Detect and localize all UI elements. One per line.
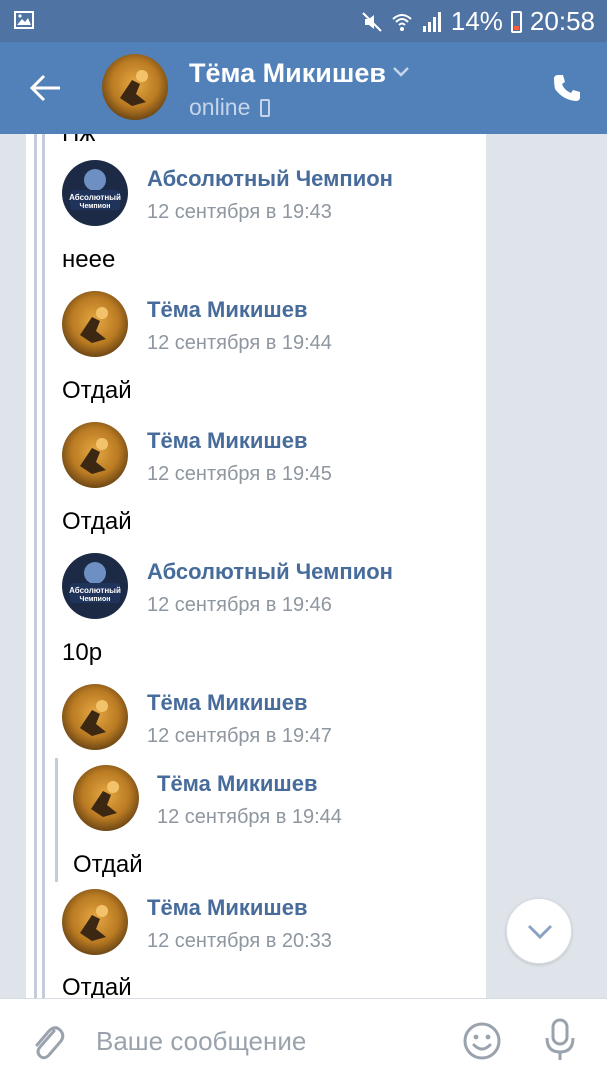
sender-name[interactable]: Тёма Микишев (147, 690, 308, 716)
mobile-icon (260, 98, 271, 117)
forwarded-messages-card: Нж Абсолютный Чемпион Абсолютный Чемпион… (26, 134, 486, 998)
contact-name[interactable]: Тёма Микишев (189, 58, 386, 89)
quoted-message-text: Отдай (73, 851, 143, 878)
message-text: Отдай (62, 508, 132, 535)
wifi-icon (392, 13, 412, 31)
sender-name[interactable]: Тёма Микишев (147, 428, 308, 454)
signal-icon (422, 11, 441, 32)
contact-avatar[interactable] (102, 54, 168, 120)
message-text: Нж (62, 134, 95, 148)
microphone-icon[interactable] (542, 1017, 578, 1063)
logo-text-bottom: Чемпион (80, 203, 111, 210)
scroll-down-button[interactable] (506, 898, 572, 964)
message-text: 10р (62, 639, 103, 666)
quote-line (34, 134, 37, 998)
quoted-sender-name[interactable]: Тёма Микишев (157, 771, 318, 797)
avatar-tema[interactable] (73, 765, 139, 831)
message-text: Отдай (62, 377, 132, 404)
message-text: неее (62, 246, 116, 273)
avatar-champion[interactable]: Абсолютный Чемпион (62, 160, 128, 226)
image-notification-icon (14, 11, 34, 29)
logo-text-top: Абсолютный (69, 193, 121, 202)
message-date: 12 сентября в 19:43 (147, 201, 332, 223)
message-text: Отдай (62, 974, 132, 998)
status-indicators: 14% 20:58 (361, 6, 595, 37)
message-date: 12 сентября в 19:45 (147, 463, 332, 485)
chevron-down-icon (527, 924, 553, 940)
chat-header: Тёма Микишев online (0, 42, 607, 134)
phone-icon[interactable] (551, 72, 583, 104)
paperclip-icon[interactable] (30, 1021, 66, 1061)
status-bar: 14% 20:58 (0, 0, 607, 42)
sender-name[interactable]: Тёма Микишев (147, 895, 308, 921)
avatar-tema[interactable] (62, 422, 128, 488)
emoji-icon[interactable] (462, 1021, 502, 1061)
avatar-tema[interactable] (62, 291, 128, 357)
logo-text-bottom: Чемпион (80, 596, 111, 603)
contact-status: online (189, 94, 271, 121)
quoted-message-date: 12 сентября в 19:44 (157, 806, 342, 828)
message-date: 12 сентября в 19:47 (147, 725, 332, 747)
nested-quote-line (55, 758, 58, 882)
battery-percent: 14% (450, 6, 503, 36)
message-input[interactable] (96, 1021, 436, 1061)
chevron-down-icon[interactable] (392, 66, 410, 78)
sender-name[interactable]: Тёма Микишев (147, 297, 308, 323)
compose-bar (0, 998, 607, 1081)
mute-icon (362, 11, 382, 32)
avatar-champion[interactable]: Абсолютный Чемпион (62, 553, 128, 619)
avatar-tema[interactable] (62, 889, 128, 955)
back-arrow-icon[interactable] (28, 70, 64, 106)
message-date: 12 сентября в 19:44 (147, 332, 332, 354)
logo-text-top: Абсолютный (69, 586, 121, 595)
online-label: online (189, 94, 251, 120)
sender-name[interactable]: Абсолютный Чемпион (147, 166, 393, 192)
sender-name[interactable]: Абсолютный Чемпион (147, 559, 393, 585)
battery-icon (510, 10, 522, 33)
avatar-tema[interactable] (62, 684, 128, 750)
clock: 20:58 (529, 6, 595, 36)
message-date: 12 сентября в 20:33 (147, 930, 332, 952)
message-date: 12 сентября в 19:46 (147, 594, 332, 616)
quote-line (42, 134, 45, 998)
